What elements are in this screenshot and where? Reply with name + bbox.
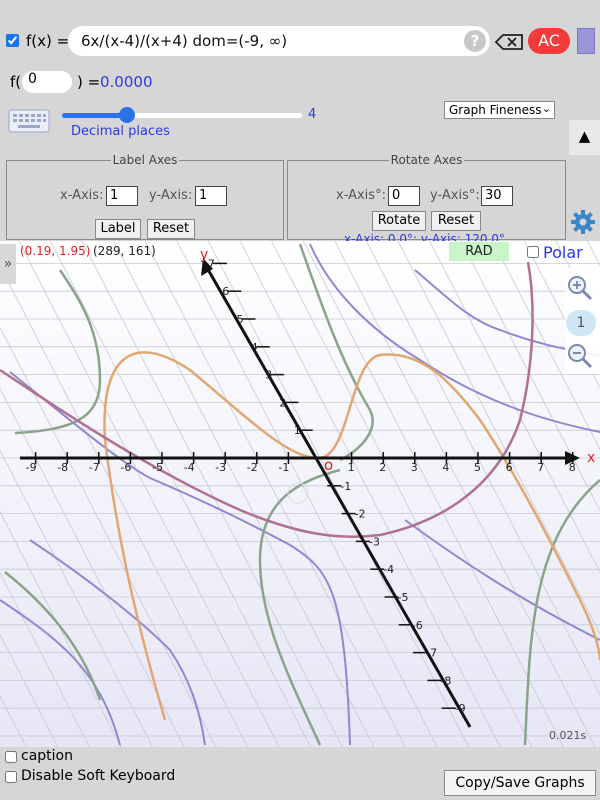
keyboard-icon[interactable] bbox=[8, 108, 50, 134]
y-tick-label: 4 bbox=[251, 341, 258, 354]
rotate-x-axis-label: x-Axis°: bbox=[336, 188, 386, 203]
y-tick-label: 2 bbox=[279, 396, 286, 409]
cursor-pixel-coordinate: (289, 161) bbox=[93, 244, 156, 258]
decimal-places-slider-fill bbox=[62, 113, 127, 118]
help-button[interactable]: ? bbox=[464, 30, 486, 52]
rotate-button[interactable]: Rotate bbox=[372, 211, 426, 231]
x-tick-label: -7 bbox=[89, 461, 100, 474]
x-tick-label: 8 bbox=[569, 461, 576, 474]
function-label: f(x) = bbox=[26, 32, 70, 50]
graph-background bbox=[0, 241, 600, 747]
y-tick-label: -1 bbox=[340, 480, 351, 493]
collapse-panel-button[interactable]: ▲ bbox=[569, 120, 600, 155]
x-tick-label: -6 bbox=[120, 461, 131, 474]
y-tick-label: -7 bbox=[426, 647, 437, 660]
y-axis-name: y bbox=[200, 247, 208, 263]
polar-label: Polar bbox=[543, 243, 583, 262]
label-y-axis-label: y-Axis: bbox=[149, 188, 193, 203]
label-button[interactable]: Label bbox=[95, 219, 141, 239]
disable-soft-keyboard-checkbox[interactable] bbox=[5, 771, 17, 783]
chevron-down-icon: ⌄ bbox=[541, 102, 551, 115]
x-tick-label: -9 bbox=[26, 461, 37, 474]
caption-checkbox[interactable] bbox=[5, 751, 17, 763]
label-axes-legend: Label Axes bbox=[112, 153, 178, 167]
label-y-axis-input[interactable]: 1 bbox=[195, 186, 227, 206]
zoom-in-icon[interactable] bbox=[566, 274, 594, 302]
caption-label: caption bbox=[21, 748, 73, 764]
label-x-axis-input[interactable]: 1 bbox=[106, 186, 138, 206]
y-tick-label: 5 bbox=[237, 313, 244, 326]
decimal-places-value: 4 bbox=[308, 107, 317, 122]
rotate-axes-panel: Rotate Axes x-Axis°: 0 y-Axis°: 30 Rotat… bbox=[287, 153, 566, 246]
curve-color-swatch[interactable] bbox=[577, 28, 595, 54]
backspace-icon[interactable] bbox=[495, 34, 523, 50]
x-tick-label: 6 bbox=[506, 461, 513, 474]
y-tick-label: 7 bbox=[208, 257, 215, 270]
label-axes-panel: Label Axes x-Axis: 1 y-Axis: 1 Label Res… bbox=[6, 153, 284, 240]
x-tick-label: 4 bbox=[442, 461, 449, 474]
evaluate-open-label: f( bbox=[10, 73, 22, 91]
label-reset-button[interactable]: Reset bbox=[147, 219, 195, 239]
x-tick-label: -8 bbox=[57, 461, 68, 474]
rotate-y-axis-input[interactable]: 30 bbox=[481, 186, 513, 206]
y-tick-label: -4 bbox=[383, 563, 394, 576]
y-tick-label: 6 bbox=[222, 285, 229, 298]
rotate-axes-legend: Rotate Axes bbox=[390, 153, 463, 167]
x-tick-label: -2 bbox=[247, 461, 258, 474]
zoom-out-icon[interactable] bbox=[566, 342, 594, 370]
x-axis-name: x bbox=[587, 450, 595, 466]
y-tick-label: -2 bbox=[355, 508, 366, 521]
evaluate-result: 0.0000 bbox=[100, 73, 153, 91]
y-tick-label: -3 bbox=[369, 535, 380, 548]
graph-plot: -9 -8 -7 -6 -5 -4 -3 -2 -1 1 2 3 4 5 6 7 8 7 6 5 4 3 2 1 -1 -2 -3 -… bbox=[0, 241, 600, 747]
copy-save-graphs-button[interactable]: Copy/Save Graphs bbox=[444, 770, 596, 796]
x-tick-label: 2 bbox=[379, 461, 386, 474]
x-tick-label: 3 bbox=[411, 461, 418, 474]
rotate-x-axis-input[interactable]: 0 bbox=[388, 186, 420, 206]
rotate-reset-button[interactable]: Reset bbox=[431, 211, 481, 231]
evaluate-close-label: ) = bbox=[77, 73, 101, 91]
origin-label: o bbox=[324, 456, 333, 474]
disable-soft-keyboard-label: Disable Soft Keyboard bbox=[21, 768, 176, 784]
y-tick-label: -8 bbox=[440, 674, 451, 687]
y-tick-label: -6 bbox=[412, 619, 423, 632]
x-tick-label: -4 bbox=[184, 461, 195, 474]
y-tick-label: 3 bbox=[265, 369, 272, 382]
function-row: f(x) = 6x/(x-4)/(x+4) dom=(-9, ∞) ? AC bbox=[0, 22, 600, 62]
angle-mode-badge[interactable]: RAD bbox=[449, 242, 509, 261]
gear-icon[interactable] bbox=[570, 209, 596, 235]
graph-canvas[interactable]: -9 -8 -7 -6 -5 -4 -3 -2 -1 1 2 3 4 5 6 7 8 7 6 5 4 3 2 1 -1 -2 -3 -… bbox=[0, 241, 600, 747]
clear-all-button[interactable]: AC bbox=[528, 28, 570, 54]
x-tick-label: -5 bbox=[152, 461, 163, 474]
x-tick-label: -1 bbox=[278, 461, 289, 474]
x-tick-label: 1 bbox=[348, 461, 355, 474]
x-tick-label: 7 bbox=[537, 461, 544, 474]
y-tick-label: -5 bbox=[398, 591, 409, 604]
decimal-places-slider-thumb[interactable] bbox=[118, 107, 135, 123]
function-expression-input[interactable]: 6x/(x-4)/(x+4) dom=(-9, ∞) bbox=[68, 26, 490, 56]
render-time: 0.021s bbox=[549, 729, 587, 742]
polar-checkbox[interactable] bbox=[527, 246, 539, 258]
cursor-coordinate: (0.19, 1.95) bbox=[20, 244, 91, 258]
sidebar-toggle-button[interactable]: » bbox=[0, 244, 16, 284]
evaluate-row: f( 0 ) = 0.0000 bbox=[0, 70, 400, 98]
y-tick-label: 1 bbox=[294, 424, 301, 437]
x-tick-label: -3 bbox=[215, 461, 226, 474]
label-x-axis-label: x-Axis: bbox=[60, 188, 104, 203]
decimal-places-label: Decimal places bbox=[71, 124, 170, 139]
x-tick-label: 5 bbox=[474, 461, 481, 474]
graph-fineness-label: Graph Fineness bbox=[449, 103, 542, 117]
y-tick-label: -9 bbox=[455, 702, 466, 715]
zoom-level-button[interactable]: 1 bbox=[566, 310, 596, 336]
evaluate-x-input[interactable]: 0 bbox=[22, 71, 72, 93]
rotate-y-axis-label: y-Axis°: bbox=[430, 188, 480, 203]
function-enable-checkbox[interactable] bbox=[6, 34, 19, 47]
graph-fineness-select[interactable]: Graph Fineness ⌄ bbox=[444, 101, 555, 119]
